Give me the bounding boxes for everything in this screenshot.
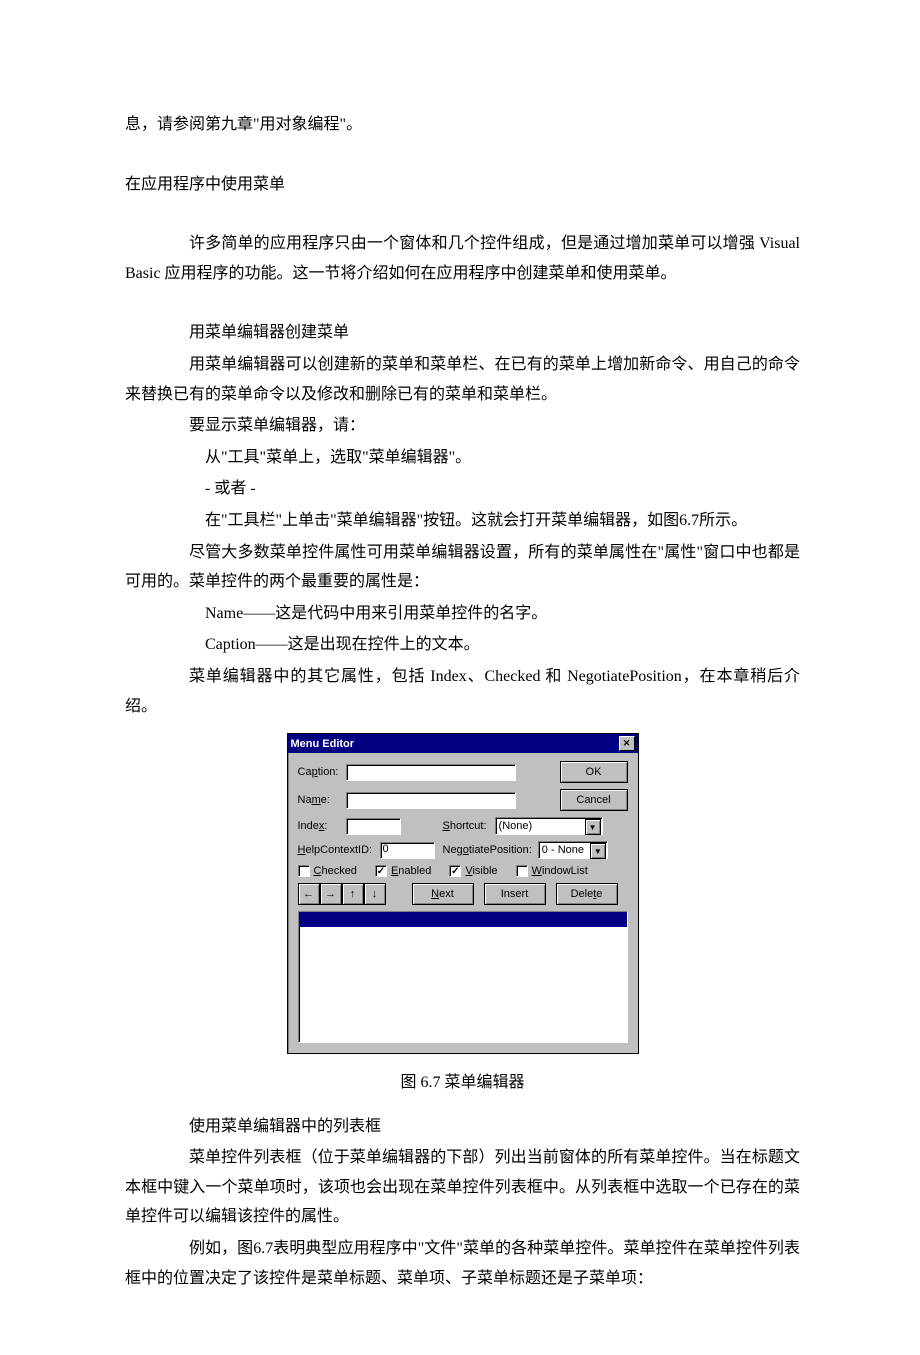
arrow-up-button[interactable]: ↑ — [342, 883, 364, 905]
negotiate-value: 0 - None — [542, 844, 584, 856]
paragraph: 用菜单编辑器创建菜单 — [125, 318, 800, 348]
caption-label: Caption: — [298, 766, 346, 778]
helpcontext-label: HelpContextID: — [298, 844, 380, 856]
paragraph: 菜单控件列表框（位于菜单编辑器的下部）列出当前窗体的所有菜单控件。当在标题文本框… — [125, 1143, 800, 1232]
paragraph: 菜单编辑器中的其它属性，包括 Index、Checked 和 Negotiate… — [125, 662, 800, 721]
checked-checkbox[interactable]: Checked — [298, 865, 357, 877]
menu-editor-dialog: Menu Editor ✕ Caption: OK Name: Cancel — [287, 733, 639, 1054]
arrow-left-button[interactable]: ← — [298, 883, 320, 905]
figure-caption: 图 6.7 菜单编辑器 — [125, 1068, 800, 1098]
arrow-right-button[interactable]: → — [320, 883, 342, 905]
paragraph: 用菜单编辑器可以创建新的菜单和菜单栏、在已有的菜单上增加新命令、用自己的命令来替… — [125, 350, 800, 409]
name-input[interactable] — [346, 792, 516, 809]
negotiate-select[interactable]: 0 - None ▼ — [538, 841, 608, 859]
caption-input[interactable] — [346, 764, 516, 781]
enabled-checkbox[interactable]: ✓Enabled — [375, 865, 431, 877]
index-label: Index: — [298, 820, 346, 832]
cancel-button[interactable]: Cancel — [560, 789, 628, 811]
figure: Menu Editor ✕ Caption: OK Name: Cancel — [125, 733, 800, 1054]
ok-button[interactable]: OK — [560, 761, 628, 783]
visible-checkbox[interactable]: ✓Visible — [449, 865, 497, 877]
paragraph: 尽管大多数菜单控件属性可用菜单编辑器设置，所有的菜单属性在"属性"窗口中也都是可… — [125, 538, 800, 597]
arrow-down-button[interactable]: ↓ — [364, 883, 386, 905]
section-heading: 在应用程序中使用菜单 — [125, 170, 800, 200]
paragraph: Name——这是代码中用来引用菜单控件的名字。 — [125, 599, 800, 629]
windowlist-checkbox[interactable]: WindowList — [516, 865, 588, 877]
close-icon[interactable]: ✕ — [619, 736, 635, 751]
index-input[interactable] — [346, 818, 401, 835]
list-item[interactable] — [299, 912, 627, 927]
next-button[interactable]: Next — [412, 883, 474, 905]
delete-button[interactable]: Delete — [556, 883, 618, 905]
paragraph: 使用菜单编辑器中的列表框 — [125, 1112, 800, 1142]
window-title: Menu Editor — [291, 738, 355, 750]
shortcut-select[interactable]: (None) ▼ — [495, 817, 603, 835]
name-label: Name: — [298, 794, 346, 806]
paragraph: 在"工具栏"上单击"菜单编辑器"按钮。这就会打开菜单编辑器，如图6.7所示。 — [125, 506, 800, 536]
paragraph: 许多简单的应用程序只由一个窗体和几个控件组成，但是通过增加菜单可以增强 Visu… — [125, 229, 800, 288]
shortcut-label: Shortcut: — [443, 820, 487, 832]
shortcut-value: (None) — [499, 820, 533, 832]
helpcontext-input[interactable]: 0 — [380, 842, 435, 859]
paragraph: 从"工具"菜单上，选取"菜单编辑器"。 — [125, 443, 800, 473]
menu-listbox[interactable] — [298, 911, 628, 1043]
titlebar: Menu Editor ✕ — [288, 734, 638, 753]
chevron-down-icon: ▼ — [585, 819, 601, 835]
paragraph: - 或者 - — [125, 474, 800, 504]
chevron-down-icon: ▼ — [590, 843, 606, 859]
paragraph: 息，请参阅第九章"用对象编程"。 — [125, 110, 800, 140]
paragraph: Caption——这是出现在控件上的文本。 — [125, 630, 800, 660]
negotiate-label: NegotiatePosition: — [443, 844, 532, 856]
paragraph: 要显示菜单编辑器，请： — [125, 411, 800, 441]
insert-button[interactable]: Insert — [484, 883, 546, 905]
paragraph: 例如，图6.7表明典型应用程序中"文件"菜单的各种菜单控件。菜单控件在菜单控件列… — [125, 1234, 800, 1293]
